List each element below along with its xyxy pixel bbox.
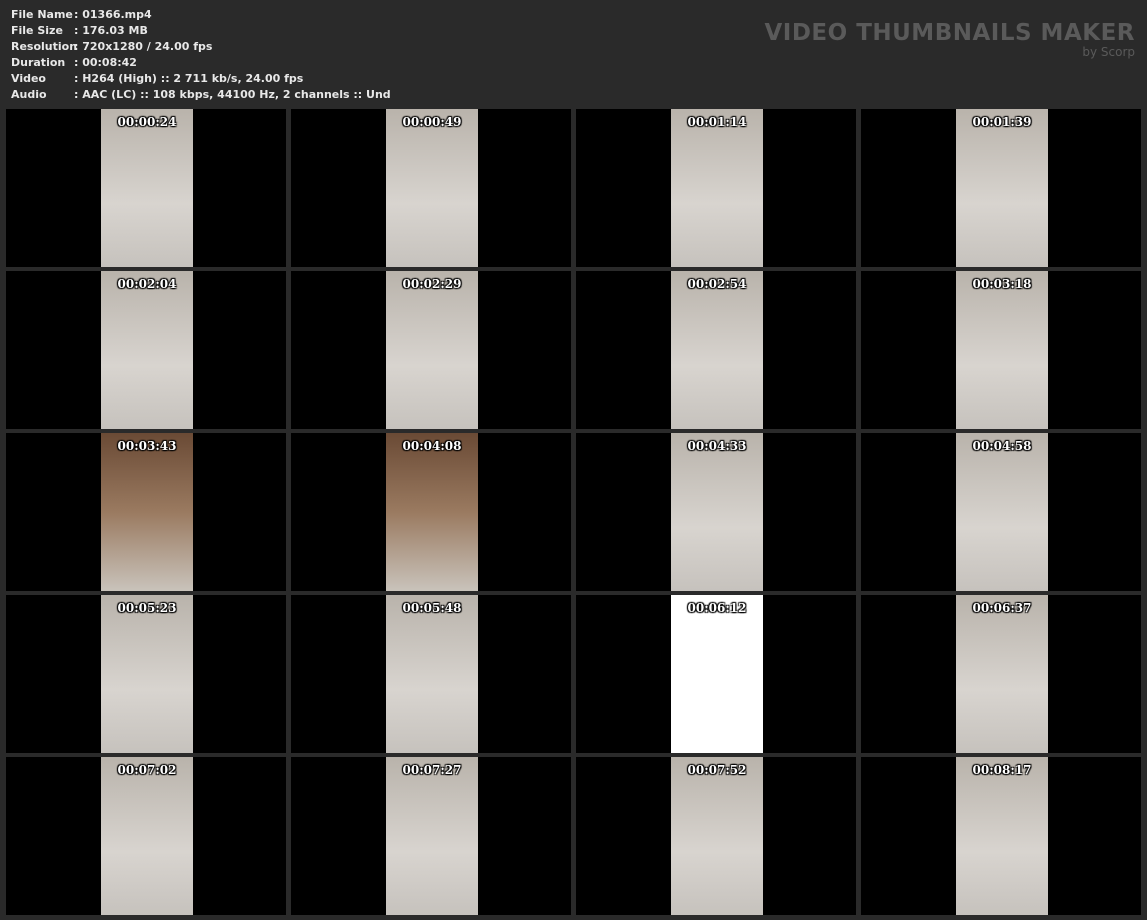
info-label: Audio [11,88,47,101]
thumbnail-cell[interactable]: 00:02:54 [576,271,856,429]
thumbnail-cell[interactable]: 00:07:52 [576,757,856,915]
info-value: : 720x1280 / 24.00 fps [74,40,213,53]
thumbnail-cell[interactable]: 00:01:14 [576,109,856,267]
thumbnail-timestamp: 00:07:52 [687,763,747,777]
info-value: : 176.03 MB [74,24,148,37]
thumbnail-image [386,757,478,915]
thumbnail-image [956,433,1048,591]
info-row: Duration : 00:08:42 [11,55,391,71]
file-info: File Name: 01366.mp4 File Size: 176.03 MB… [11,7,391,103]
info-value: : AAC (LC) :: 108 kbps, 44100 Hz, 2 chan… [74,88,391,101]
thumbnail-timestamp: 00:06:12 [687,601,747,615]
thumbnail-cell[interactable]: 00:02:04 [6,271,286,429]
thumbnail-cell[interactable]: 00:07:02 [6,757,286,915]
thumbnail-timestamp: 00:04:08 [402,439,462,453]
thumbnail-image [101,109,193,267]
thumbnail-timestamp: 00:04:58 [972,439,1032,453]
thumbnail-cell[interactable]: 00:04:58 [861,433,1141,591]
thumbnail-timestamp: 00:04:33 [687,439,747,453]
thumbnail-cell[interactable]: 00:06:37 [861,595,1141,753]
thumbnail-image [386,271,478,429]
brand-subtitle: by Scorp [1082,45,1135,59]
info-row: Video : H264 (High) :: 2 711 kb/s, 24.00 … [11,71,391,87]
thumbnail-timestamp: 00:00:24 [117,115,177,129]
thumbnail-cell[interactable]: 00:08:17 [861,757,1141,915]
thumbnail-cell[interactable]: 00:00:24 [6,109,286,267]
thumbnail-image [101,595,193,753]
thumbnail-timestamp: 00:05:48 [402,601,462,615]
thumbnail-timestamp: 00:01:14 [687,115,747,129]
thumbnail-image [671,433,763,591]
thumbnail-timestamp: 00:05:23 [117,601,177,615]
thumbnail-grid: 00:00:24 00:00:49 00:01:14 00:01:39 00:02:04… [6,109,1141,915]
info-label: Resolution [11,40,78,53]
thumbnail-timestamp: 00:07:02 [117,763,177,777]
info-label: File Name [11,8,73,21]
info-label: Video [11,72,46,85]
thumbnail-image [956,595,1048,753]
info-label: Duration [11,56,66,69]
thumbnail-image [671,595,763,753]
thumbnail-cell[interactable]: 00:07:27 [291,757,571,915]
thumbnail-timestamp: 00:01:39 [972,115,1032,129]
brand-watermark: VIDEO THUMBNAILS MAKER by Scorp [764,20,1135,58]
thumbnail-image [386,109,478,267]
info-label: File Size [11,24,63,37]
info-value: : H264 (High) :: 2 711 kb/s, 24.00 fps [74,72,304,85]
thumbnail-image [671,757,763,915]
thumbnail-image [671,271,763,429]
thumbnail-timestamp: 00:02:29 [402,277,462,291]
thumbnail-timestamp: 00:08:17 [972,763,1032,777]
thumbnail-cell[interactable]: 00:02:29 [291,271,571,429]
thumbnail-timestamp: 00:02:54 [687,277,747,291]
thumbnail-cell[interactable]: 00:04:33 [576,433,856,591]
thumbnail-image [101,757,193,915]
thumbnail-cell[interactable]: 00:01:39 [861,109,1141,267]
brand-title: VIDEO THUMBNAILS MAKER [764,20,1135,46]
thumbnail-image [956,109,1048,267]
thumbnail-image [956,271,1048,429]
thumbnail-image [956,757,1048,915]
info-row: Resolution: 720x1280 / 24.00 fps [11,39,391,55]
thumbnail-cell[interactable]: 00:03:43 [6,433,286,591]
info-value: : 00:08:42 [74,56,137,69]
thumbnail-cell[interactable]: 00:05:23 [6,595,286,753]
thumbnail-cell[interactable]: 00:06:12 [576,595,856,753]
thumbnail-cell[interactable]: 00:04:08 [291,433,571,591]
thumbnail-image [101,271,193,429]
info-row: File Size : 176.03 MB [11,23,391,39]
info-row: Audio : AAC (LC) :: 108 kbps, 44100 Hz, 2… [11,87,391,103]
thumbnail-image [386,595,478,753]
info-value: : 01366.mp4 [74,8,152,21]
thumbnail-timestamp: 00:07:27 [402,763,462,777]
thumbnail-timestamp: 00:02:04 [117,277,177,291]
thumbnail-cell[interactable]: 00:00:49 [291,109,571,267]
info-row: File Name: 01366.mp4 [11,7,391,23]
thumbnail-image [386,433,478,591]
thumbnail-timestamp: 00:06:37 [972,601,1032,615]
thumbnail-timestamp: 00:03:18 [972,277,1032,291]
thumbnail-timestamp: 00:03:43 [117,439,177,453]
thumbnail-cell[interactable]: 00:05:48 [291,595,571,753]
thumbnail-timestamp: 00:00:49 [402,115,462,129]
thumbnail-image [101,433,193,591]
thumbnail-cell[interactable]: 00:03:18 [861,271,1141,429]
thumbnail-image [671,109,763,267]
